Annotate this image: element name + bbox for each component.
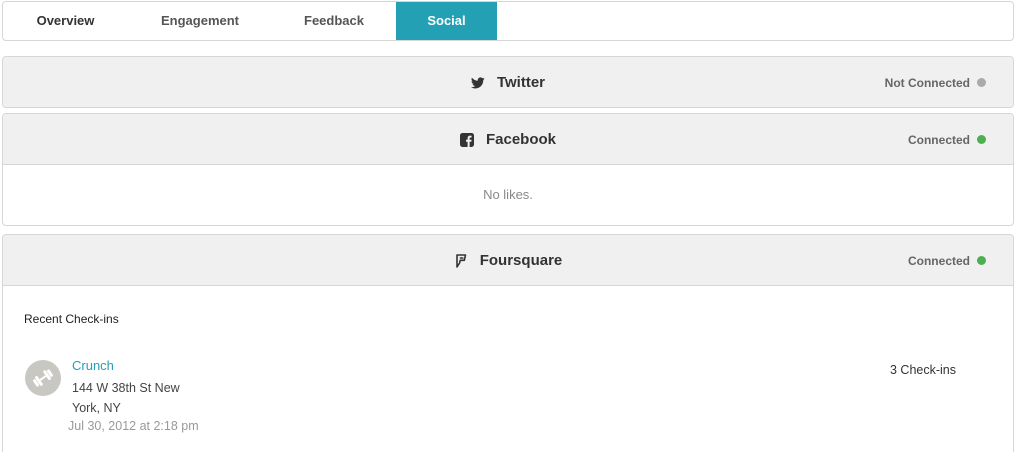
twitter-panel-title: Twitter	[3, 57, 1013, 107]
dumbbell-icon	[25, 360, 61, 396]
facebook-panel-title: Facebook	[3, 114, 1013, 165]
facebook-icon	[459, 132, 474, 147]
twitter-status-label: Not Connected	[884, 75, 970, 90]
facebook-empty-message: No likes.	[483, 187, 533, 202]
checkin-date: Jul 30, 2012 at 2:18 pm	[68, 419, 199, 433]
checkin-count: 3 Check-ins	[890, 363, 956, 377]
status-dot	[977, 135, 986, 144]
foursquare-title-label: Foursquare	[479, 252, 563, 269]
facebook-panel: Facebook Connected No likes.	[2, 113, 1014, 226]
foursquare-panel-header[interactable]: Foursquare Connected	[3, 235, 1013, 286]
status-dot	[977, 256, 986, 265]
facebook-status: Connected	[908, 114, 986, 165]
tab-engagement[interactable]: Engagement	[128, 2, 272, 40]
status-dot	[977, 78, 986, 87]
foursquare-panel-title: Foursquare	[3, 235, 1013, 286]
twitter-panel: Twitter Not Connected	[2, 56, 1014, 108]
twitter-status: Not Connected	[884, 57, 986, 107]
venue-address: 144 W 38th St New York, NY	[72, 381, 180, 415]
facebook-panel-header[interactable]: Facebook Connected	[3, 114, 1013, 165]
foursquare-status-label: Connected	[907, 253, 970, 268]
tab-feedback[interactable]: Feedback	[272, 2, 396, 40]
tab-social[interactable]: Social	[396, 2, 497, 40]
tab-overview[interactable]: Overview	[3, 2, 128, 40]
twitter-title-label: Twitter	[496, 74, 546, 91]
tab-bar: Overview Engagement Feedback Social	[2, 1, 1014, 41]
twitter-icon	[470, 76, 485, 90]
venue-link[interactable]: Crunch	[72, 358, 114, 373]
facebook-status-label: Connected	[907, 132, 970, 147]
facebook-title-label: Facebook	[485, 131, 557, 148]
foursquare-panel: Foursquare Connected Recent Check-ins Cr…	[2, 234, 1014, 452]
foursquare-icon	[454, 253, 468, 268]
twitter-panel-header[interactable]: Twitter Not Connected	[3, 57, 1013, 107]
recent-checkins-title: Recent Check-ins	[24, 312, 119, 326]
foursquare-status: Connected	[908, 235, 986, 286]
